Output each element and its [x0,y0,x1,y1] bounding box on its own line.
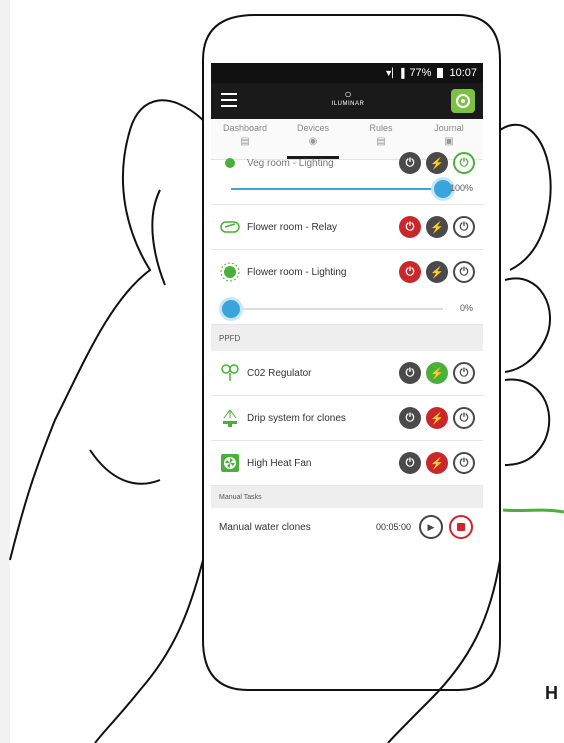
status-bar: ▼▏▐ 77% 10:07 [211,63,483,83]
list-item: Veg room - Lighting ⏻ ⚡ ⏻ [211,152,483,174]
dimmer-slider[interactable]: 100% [211,174,483,205]
section-header-ppfd: PPFD [211,325,483,351]
tab-label: Journal [434,123,464,133]
off-button[interactable]: ⏻ [399,261,421,283]
list-item: Flower room - Lighting ⏻ ⚡ ⏻ [211,250,483,294]
app-logo-text: ILUMINAR [331,101,365,107]
phone-screen: ▼▏▐ 77% 10:07 ○ ILUMINAR Dashboard ▤ Dev… [211,63,483,548]
on-button[interactable]: ⏻ [453,261,475,283]
battery-icon [437,68,444,78]
device-name: Flower room - Lighting [247,266,347,278]
relay-icon [219,216,241,238]
slider-fill [231,188,443,190]
auto-button[interactable]: ⚡ [426,152,448,174]
device-name: C02 Regulator [247,367,312,379]
battery-level: 77% [409,67,432,79]
list-item: High Heat Fan ⏻ ⚡ ⏻ [211,441,483,486]
auto-button[interactable]: ⚡ [426,362,448,384]
play-button[interactable]: ▶ [419,515,443,539]
auto-button[interactable]: ⚡ [426,407,448,429]
journal-icon: ▣ [444,136,454,147]
rules-icon: ▤ [376,136,386,147]
settings-button[interactable] [451,89,475,113]
clock: 10:07 [449,67,477,79]
play-icon: ▶ [427,521,435,532]
signal-icon: ▼▏▐ [384,67,404,78]
auto-button[interactable]: ⚡ [426,216,448,238]
stop-icon [457,523,465,531]
on-button[interactable]: ⏻ [453,407,475,429]
device-name: Drip system for clones [247,412,346,424]
off-button[interactable]: ⏻ [399,362,421,384]
fan-icon [219,452,241,474]
power-gear-icon [456,94,470,108]
devices-icon: ◉ [308,136,318,147]
tab-label: Dashboard [222,123,268,133]
auto-button[interactable]: ⚡ [426,261,448,283]
slider-value: 0% [459,303,473,313]
on-button[interactable]: ⏻ [453,152,475,174]
co2-icon [219,362,241,384]
section-header-manual-tasks: Manual Tasks [211,486,483,508]
off-button[interactable]: ⏻ [399,152,421,174]
dashboard-icon: ▤ [240,136,250,147]
tab-label: Devices [296,123,329,133]
task-row: Manual water clones 00:05:00 ▶ [211,508,483,546]
on-button[interactable]: ⏻ [453,452,475,474]
brand-fragment: H [545,683,558,703]
auto-button[interactable]: ⚡ [426,452,448,474]
off-button[interactable]: ⏻ [399,452,421,474]
slider-value: 100% [449,183,473,193]
off-button[interactable]: ⏻ [399,216,421,238]
task-timer: 00:05:00 [375,522,411,532]
menu-icon[interactable] [221,93,237,107]
sun-icon [219,261,241,283]
on-button[interactable]: ⏻ [453,216,475,238]
on-button[interactable]: ⏻ [453,362,475,384]
app-bar: ○ ILUMINAR [211,83,483,119]
task-name: Manual water clones [219,521,311,533]
device-name: High Heat Fan [247,457,312,469]
list-item: C02 Regulator ⏻ ⚡ ⏻ [211,351,483,396]
list-item: Flower room - Relay ⏻ ⚡ ⏻ [211,205,483,250]
device-name: Flower room - Relay [247,221,338,233]
device-name: Veg room - Lighting [247,157,334,169]
tab-label: Rules [369,123,393,133]
app-logo: ○ ILUMINAR [328,87,368,115]
dimmer-slider[interactable]: 0% [211,294,483,325]
sun-icon [219,152,241,174]
slider-track[interactable] [222,300,443,318]
list-item: Drip system for clones ⏻ ⚡ ⏻ [211,396,483,441]
slider-track[interactable] [231,180,452,198]
drip-icon [219,407,241,429]
stop-button[interactable] [449,515,473,539]
off-button[interactable]: ⏻ [399,407,421,429]
device-list: Veg room - Lighting ⏻ ⚡ ⏻ 100% Flower ro… [211,152,483,546]
slider-handle[interactable] [222,300,240,318]
